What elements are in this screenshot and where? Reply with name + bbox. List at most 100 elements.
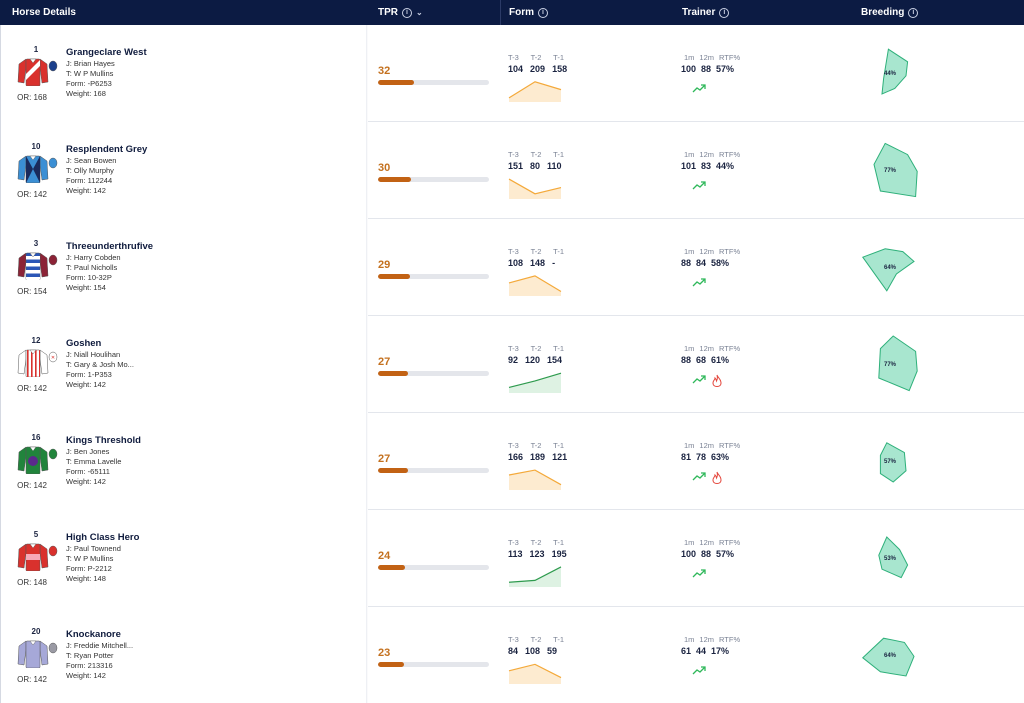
trainer-name: T: Emma Lavelle	[66, 457, 122, 466]
form-label: T-3	[508, 150, 519, 159]
table-row[interactable]: 20 OR: 142 Knockanore J: Freddie Mitchell..…	[0, 607, 1024, 703]
trending-up-icon	[692, 84, 706, 93]
form-labels: T-3 T-2 T-1	[508, 53, 564, 62]
tpr-bar-fill	[378, 80, 414, 85]
table-row[interactable]: 16 OR: 142 Kings Threshold J: Ben Jones T: E…	[0, 413, 1024, 510]
jockey-silks-icon	[17, 155, 58, 183]
table-row[interactable]: 1 OR: 168 Grangeclare West J: Brian Hayes T:…	[0, 25, 1024, 122]
table-row[interactable]: 12 ✕ OR: 142 Goshen J: Niall Houlihan T: Gary…	[0, 316, 1024, 413]
weight-text: Weight: 168	[66, 89, 106, 98]
silks-right-sleeve	[39, 252, 49, 278]
silks-cap	[48, 254, 58, 266]
form-label: T-3	[508, 538, 519, 547]
trainer-value: 101	[681, 161, 697, 171]
form-value: 166	[508, 452, 524, 462]
form-label: T-1	[553, 441, 564, 450]
form-label: T-2	[530, 635, 542, 644]
trainer-name: T: Ryan Potter	[66, 651, 114, 660]
trainer-value: 78	[696, 452, 707, 462]
form-label: T-2	[530, 344, 542, 353]
silks-pattern	[28, 456, 38, 466]
silks-right-sleeve	[39, 446, 49, 472]
form-value: 189	[530, 452, 546, 462]
form-values: 166 189 121	[508, 452, 567, 462]
info-icon[interactable]: i	[908, 7, 919, 18]
form-area	[509, 275, 561, 296]
tpr-bar	[378, 468, 489, 473]
trainer-label: 1m	[684, 635, 695, 644]
weight-text: Weight: 142	[66, 380, 106, 389]
silks-cap	[48, 60, 58, 72]
form-label: T-1	[553, 538, 564, 547]
form-value: 80	[530, 161, 541, 171]
horse-name[interactable]: Knockanore	[66, 629, 121, 640]
official-rating: OR: 168	[17, 93, 47, 102]
horse-name[interactable]: Resplendent Grey	[66, 144, 147, 155]
trainer-values: 88 68 61%	[681, 355, 734, 365]
trainer-icons	[692, 83, 706, 93]
trainer-labels: 1m 12m RTF%	[684, 344, 745, 353]
form-label: T-2	[530, 247, 542, 256]
tpr-value: 30	[378, 162, 391, 174]
horse-name[interactable]: Goshen	[66, 338, 101, 349]
trainer-value: 44	[696, 646, 707, 656]
trainer-label: 1m	[684, 344, 695, 353]
header-form-label: Form	[509, 7, 534, 18]
jockey-silks-icon	[17, 58, 58, 86]
tpr-value: 32	[378, 65, 391, 77]
header-trainer[interactable]: Trainer i	[682, 0, 730, 25]
horse-name[interactable]: Grangeclare West	[66, 47, 147, 58]
trainer-value: 83	[701, 161, 712, 171]
trainer-icons	[692, 374, 722, 387]
form-labels: T-3 T-2 T-1	[508, 150, 564, 159]
jockey-silks-icon: ✕	[17, 349, 58, 377]
form-label: T-2	[530, 150, 542, 159]
horse-number: 16	[31, 433, 41, 442]
chevron-down-icon[interactable]: ⌄	[416, 0, 423, 25]
header-tpr[interactable]: TPR i ⌄	[378, 0, 423, 25]
trainer-label: 12m	[699, 247, 715, 256]
info-icon[interactable]: i	[538, 7, 548, 18]
form-value: 151	[508, 161, 524, 171]
silks-stripe	[31, 350, 33, 377]
horse-name[interactable]: High Class Hero	[66, 532, 139, 543]
tpr-bar	[378, 177, 489, 182]
tpr-bar-fill	[378, 371, 408, 376]
trainer-label: 12m	[699, 53, 715, 62]
tpr-bar	[378, 565, 489, 570]
flame-path	[712, 471, 722, 484]
info-icon[interactable]: i	[719, 7, 730, 18]
form-label: T-2	[530, 538, 542, 547]
horse-name[interactable]: Threeunderthrufive	[66, 241, 153, 252]
trainer-label: 12m	[699, 441, 715, 450]
weight-text: Weight: 154	[66, 283, 106, 292]
trainer-label: RTF%	[719, 247, 741, 256]
horse-name[interactable]: Kings Threshold	[66, 435, 141, 446]
header-trainer-label: Trainer	[682, 7, 716, 18]
form-values: 84 108 59	[508, 646, 557, 656]
trending-up-icon	[692, 569, 706, 578]
trainer-values: 88 84 58%	[681, 258, 734, 268]
trend-line	[692, 181, 706, 190]
weight-text: Weight: 142	[66, 477, 106, 486]
trainer-label: 12m	[699, 538, 715, 547]
form-label: T-1	[553, 53, 564, 62]
table-row[interactable]: 3 OR: 154 Threeunderthrufive J: Harry Cobde…	[0, 219, 1024, 316]
official-rating: OR: 142	[17, 675, 47, 684]
form-label: T-2	[530, 53, 542, 62]
silks-cap	[48, 545, 58, 557]
flame-path	[712, 374, 722, 387]
table-row[interactable]: 5 OR: 148 High Class Hero J: Paul Townend T:…	[0, 510, 1024, 607]
header-form[interactable]: Form i	[509, 0, 548, 25]
horse-number: 20	[31, 627, 41, 636]
trending-up-icon	[692, 666, 706, 675]
info-icon[interactable]: i	[402, 7, 412, 18]
header-breeding[interactable]: Breeding i	[861, 0, 919, 25]
trainer-name: T: Gary & Josh Mo...	[66, 360, 134, 369]
silks-stripe	[35, 350, 37, 377]
silks-ball	[28, 456, 38, 466]
trainer-label: 1m	[684, 441, 695, 450]
form-sparkline	[508, 372, 562, 393]
table-row[interactable]: 10 OR: 142 Resplendent Grey J: Sean Bowen T:…	[0, 122, 1024, 219]
silks-left-sleeve	[17, 155, 27, 181]
